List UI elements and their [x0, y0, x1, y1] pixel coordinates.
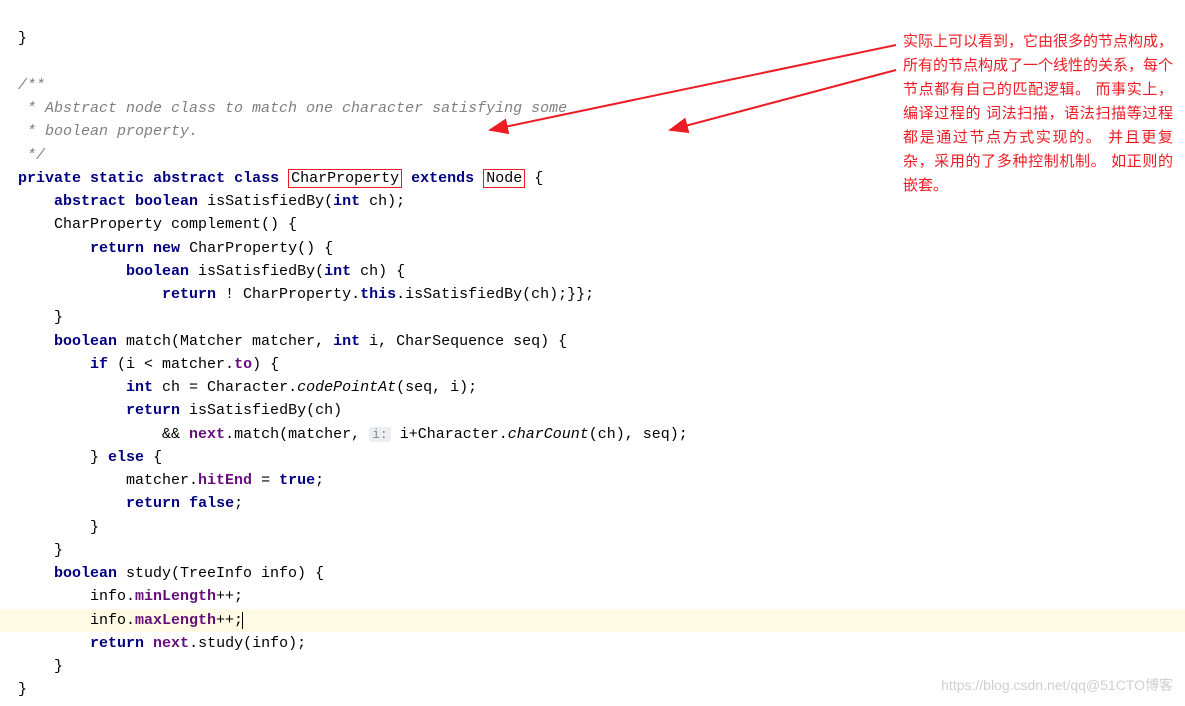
method-name: isSatisfiedBy( [198, 193, 333, 210]
brace: { [144, 449, 162, 466]
param: i, CharSequence seq) { [360, 333, 567, 350]
brace: { [525, 170, 543, 187]
brace: } [90, 449, 99, 466]
class-name-highlight: CharProperty [288, 169, 402, 188]
kw-this: this [360, 286, 396, 303]
text-cursor [242, 612, 243, 629]
param-hint: i: [369, 427, 391, 442]
param: ch); [360, 193, 405, 210]
kw-int: int [324, 263, 351, 280]
brace: } [54, 309, 63, 326]
kw-new: new [153, 240, 180, 257]
kw-return: return [126, 402, 180, 419]
kw-if: if [90, 356, 108, 373]
kw-else: else [108, 449, 144, 466]
brace: } [18, 681, 27, 698]
kw-extends: extends [411, 170, 474, 187]
field-hitEnd: hitEnd [198, 472, 252, 489]
kw-false: false [189, 495, 234, 512]
watermark: https://blog.csdn.net/qq@51CTO博客 [941, 675, 1173, 695]
expr: .study(info); [189, 635, 306, 652]
expr: isSatisfiedBy(ch) [180, 402, 342, 419]
expr: .isSatisfiedBy(ch);}}; [396, 286, 594, 303]
op: = [252, 472, 279, 489]
args: (seq, i); [396, 379, 477, 396]
op: ++; [216, 612, 243, 629]
expr: matcher. [126, 472, 198, 489]
javadoc-close: */ [18, 147, 45, 164]
javadoc-open: /** [18, 77, 45, 94]
kw-return: return [162, 286, 216, 303]
annotation-text: 实际上可以看到，它由很多的节点构成，所有的节点构成了一个线性的关系，每个节点都有… [903, 30, 1173, 198]
javadoc-line: * Abstract node class to match one chara… [18, 100, 567, 117]
cond: (i < matcher. [108, 356, 234, 373]
field-next: next [189, 426, 225, 443]
op: && [162, 426, 189, 443]
current-line: info.maxLength++; [0, 609, 1185, 632]
expr: .match(matcher, [225, 426, 369, 443]
kw-int: int [126, 379, 153, 396]
kw-return: return [90, 240, 144, 257]
expr: info. [90, 612, 135, 629]
kw-true: true [279, 472, 315, 489]
method-name: match(Matcher matcher, [117, 333, 333, 350]
method-name: isSatisfiedBy( [189, 263, 324, 280]
method-name: study(TreeInfo info) { [117, 565, 324, 582]
superclass-highlight: Node [483, 169, 525, 188]
cond: ) { [252, 356, 279, 373]
brace: } [54, 658, 63, 675]
semi: ; [315, 472, 324, 489]
kw-return: return [90, 635, 144, 652]
kw-static: static [90, 170, 144, 187]
kw-abstract: abstract [54, 193, 126, 210]
kw-return: return [126, 495, 180, 512]
method-sig: CharProperty complement() { [54, 216, 297, 233]
code-line: } [18, 30, 27, 47]
op: ++; [216, 588, 243, 605]
kw-boolean: boolean [54, 333, 117, 350]
expr: info. [90, 588, 135, 605]
args: (ch), seq); [589, 426, 688, 443]
brace: } [90, 519, 99, 536]
kw-class: class [234, 170, 279, 187]
param: ch) { [351, 263, 405, 280]
kw-boolean: boolean [135, 193, 198, 210]
field-to: to [234, 356, 252, 373]
semi: ; [234, 495, 243, 512]
kw-int: int [333, 193, 360, 210]
kw-boolean: boolean [126, 263, 189, 280]
expr: ch = Character. [153, 379, 297, 396]
field-minLength: minLength [135, 588, 216, 605]
field-next: next [153, 635, 189, 652]
kw-boolean: boolean [54, 565, 117, 582]
expr: i+Character. [391, 426, 508, 443]
expr: ! CharProperty. [216, 286, 360, 303]
javadoc-line: * boolean property. [18, 123, 198, 140]
field-maxLength: maxLength [135, 612, 216, 629]
new-expr: CharProperty() { [180, 240, 333, 257]
static-method: codePointAt [297, 379, 396, 396]
brace: } [54, 542, 63, 559]
static-method: charCount [508, 426, 589, 443]
kw-private: private [18, 170, 81, 187]
kw-abstract: abstract [153, 170, 225, 187]
kw-int: int [333, 333, 360, 350]
